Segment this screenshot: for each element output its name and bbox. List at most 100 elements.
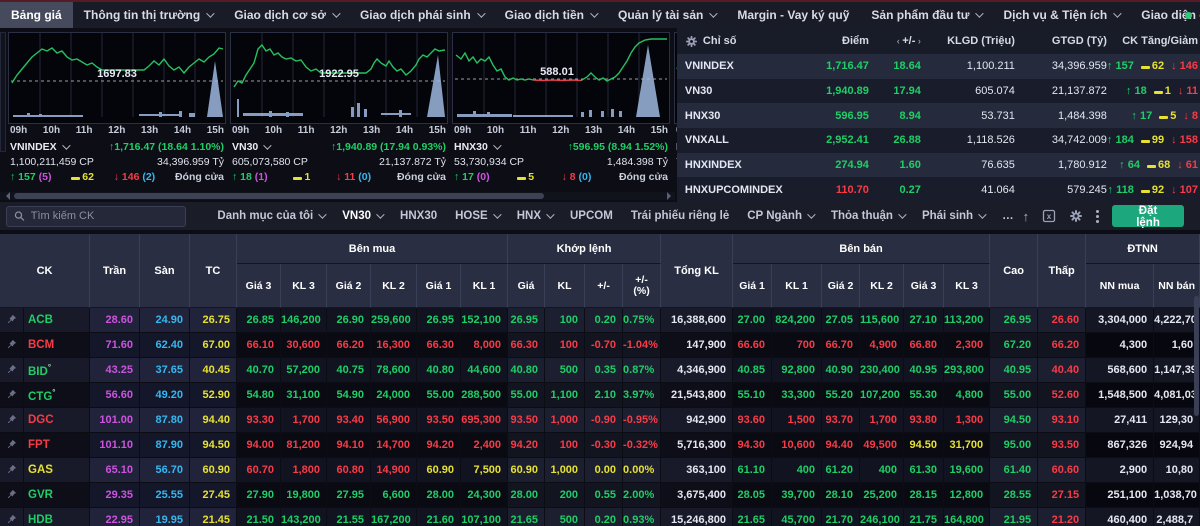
sell-price-2[interactable]: 40.90 (822, 358, 861, 383)
buy-price-3[interactable]: 60.70 (237, 458, 282, 483)
sell-price-2[interactable]: 55.20 (822, 383, 861, 408)
sell-price-2[interactable]: 27.05 (822, 308, 861, 333)
col-header-tc[interactable]: TC (190, 234, 238, 308)
board-tab-hose[interactable]: HOSE (446, 210, 508, 222)
more-menu[interactable]: … (993, 210, 1023, 222)
nav-item-4[interactable]: Giao dịch phái sinh (349, 2, 494, 28)
settings-gear-icon[interactable] (1069, 209, 1083, 223)
ticker-cell[interactable]: BID° (24, 358, 91, 383)
col-header-tr-n[interactable]: Trần (90, 234, 141, 308)
buy-price-1[interactable]: 26.95 (417, 308, 462, 333)
nav-item-5[interactable]: Giao dịch tiền (494, 2, 607, 28)
sell-price-1[interactable]: 61.10 (733, 458, 773, 483)
ticker-cell[interactable]: GVR (24, 483, 91, 508)
sell-price-1[interactable]: 93.60 (733, 408, 773, 433)
pin-icon[interactable] (0, 433, 24, 458)
stock-row-dgc[interactable]: DGC 101.00 87.80 94.40 93.30 1,700 93.40 56,900… (0, 408, 1200, 433)
sell-price-1[interactable]: 55.10 (733, 383, 773, 408)
col-header-b-n-mua[interactable]: Bên mua (237, 234, 509, 264)
sell-price-1[interactable]: 28.05 (733, 483, 773, 508)
export-excel-icon[interactable]: x (1042, 209, 1056, 223)
col-header-cao[interactable]: Cao (990, 234, 1039, 308)
board-tab-tr-i-phi-u-ri-ng-l-[interactable]: Trái phiếu riêng lẻ (622, 210, 738, 222)
scrollbar-thumb[interactable] (14, 193, 544, 199)
sell-price-3[interactable]: 93.80 (904, 408, 945, 433)
buy-price-1[interactable]: 94.20 (417, 433, 462, 458)
stock-row-bid[interactable]: BID° 43.25 37.65 40.45 40.70 57,200 40.75 78,60… (0, 358, 1200, 383)
search-box[interactable] (6, 205, 187, 227)
col-header-gi-3[interactable]: Giá 3 (237, 264, 282, 308)
partial-selector[interactable]: HNXI (676, 141, 677, 153)
sell-price-1[interactable]: 21.65 (733, 508, 773, 526)
gear-icon[interactable] (685, 35, 698, 48)
sell-price-1[interactable]: 66.60 (733, 333, 773, 358)
ticker-cell[interactable]: CTG° (24, 383, 91, 408)
index-row-vnindex[interactable]: VNINDEX 1,716.47 18.64 1,100.211 34,396.959 ↑… (676, 54, 1200, 79)
ticker-cell[interactable]: FPT (24, 433, 91, 458)
pin-icon[interactable] (0, 308, 24, 333)
charts-horizontal-scrollbar[interactable] (0, 192, 675, 200)
col-header-+--[interactable]: +/- (585, 264, 624, 308)
col-header-nn-mua[interactable]: NN mua (1086, 264, 1155, 308)
buy-price-1[interactable]: 93.50 (417, 408, 462, 433)
col-header-gi-[interactable]: Giá (508, 264, 546, 308)
collapse-up-icon[interactable]: ↑ (1023, 209, 1030, 224)
pin-icon[interactable] (0, 358, 24, 383)
col-header-ck[interactable]: CK (0, 234, 91, 308)
col-header-gi-2[interactable]: Giá 2 (327, 264, 372, 308)
buy-price-3[interactable]: 93.30 (237, 408, 282, 433)
pin-icon[interactable] (0, 383, 24, 408)
pin-icon[interactable] (0, 483, 24, 508)
sell-price-2[interactable]: 21.70 (822, 508, 861, 526)
col-header-s-n[interactable]: Sàn (140, 234, 191, 308)
sell-price-3[interactable]: 40.95 (904, 358, 945, 383)
ticker-cell[interactable]: HDB (24, 508, 91, 526)
place-order-button[interactable]: Đặt lệnh (1112, 205, 1184, 229)
buy-price-1[interactable]: 40.80 (417, 358, 462, 383)
index-row-hnxindex[interactable]: HNXINDEX 274.94 1.60 76.635 1,780.912 ↑ 64 68 ↓… (676, 152, 1200, 178)
sell-price-1[interactable]: 40.85 (733, 358, 773, 383)
buy-price-2[interactable]: 21.55 (327, 508, 372, 526)
pin-icon[interactable] (0, 408, 24, 433)
stock-row-fpt[interactable]: FPT 101.10 87.90 94.50 94.00 81,200 94.10 14,70… (0, 433, 1200, 458)
pin-icon[interactable] (0, 508, 24, 526)
ticker-cell[interactable]: DGC (24, 408, 91, 433)
col-header-kl-3[interactable]: KL 3 (944, 264, 991, 308)
col-header-gi-3[interactable]: Giá 3 (904, 264, 945, 308)
scroll-left-arrow-icon[interactable] (2, 192, 10, 200)
scroll-right-arrow-icon[interactable] (666, 192, 675, 200)
board-tab-hnx30[interactable]: HNX30 (391, 210, 446, 222)
sell-price-3[interactable]: 66.80 (904, 333, 945, 358)
col-header-kl-2[interactable]: KL 2 (371, 264, 418, 308)
buy-price-3[interactable]: 94.00 (237, 433, 282, 458)
vn30-selector[interactable]: VN30 (232, 141, 272, 153)
sell-price-2[interactable]: 66.70 (822, 333, 861, 358)
col-header-+---%-[interactable]: +/- (%) (623, 264, 662, 308)
buy-price-3[interactable]: 54.80 (237, 383, 282, 408)
buy-price-1[interactable]: 55.00 (417, 383, 462, 408)
sell-price-1[interactable]: 94.30 (733, 433, 773, 458)
stock-row-gas[interactable]: GAS 65.10 56.70 60.90 60.70 1,800 60.80 14,900 6… (0, 458, 1200, 483)
pin-icon[interactable] (0, 458, 24, 483)
board-tab-ph-i-sinh[interactable]: Phái sinh (913, 210, 993, 222)
col-header-kl-3[interactable]: KL 3 (281, 264, 328, 308)
pin-icon[interactable] (0, 333, 24, 358)
buy-price-3[interactable]: 26.85 (237, 308, 282, 333)
stock-row-hdb[interactable]: HDB 22.95 19.95 21.45 21.50 143,200 21.55 167,2… (0, 508, 1200, 526)
col-header-gi-2[interactable]: Giá 2 (822, 264, 861, 308)
table-vertical-scrollbar[interactable] (1194, 296, 1199, 416)
index-row-vnxall[interactable]: VNXALL 2,952.41 26.88 1,118.526 34,742.009 ↑ … (676, 128, 1200, 153)
hnx30-selector[interactable]: HNX30 (454, 141, 502, 153)
board-tab-hnx[interactable]: HNX (508, 210, 561, 222)
buy-price-2[interactable]: 60.80 (327, 458, 372, 483)
buy-price-2[interactable]: 94.10 (327, 433, 372, 458)
nav-item-3[interactable]: Giao dịch cơ sở (223, 2, 349, 28)
buy-price-1[interactable]: 28.00 (417, 483, 462, 508)
ticker-cell[interactable]: ACB (24, 308, 91, 333)
col-header-b-n-b-n[interactable]: Bên bán (733, 234, 991, 264)
nav-item-6[interactable]: Quản lý tài sản (607, 2, 726, 28)
nav-item-2[interactable]: Thông tin thị trường (73, 2, 224, 28)
board-tab-upcom[interactable]: UPCOM (561, 210, 622, 222)
buy-price-3[interactable]: 21.50 (237, 508, 282, 526)
col-header-t-ng-kl[interactable]: Tổng KL (661, 234, 734, 308)
